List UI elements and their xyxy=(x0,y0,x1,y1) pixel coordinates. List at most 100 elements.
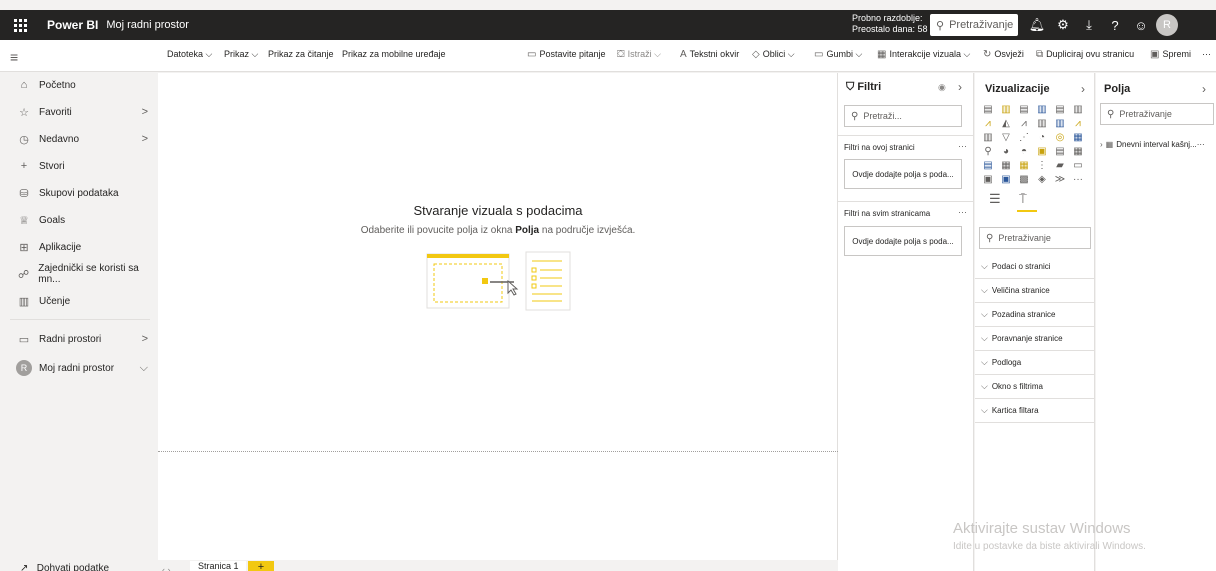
visual-type-icon[interactable]: ⩘ xyxy=(1071,117,1085,129)
table-more-options[interactable]: ··· xyxy=(1197,140,1205,149)
get-data-button[interactable]: ↗ Dohvati podatke xyxy=(20,563,109,571)
visual-type-icon[interactable]: ▩ xyxy=(1017,173,1031,185)
visual-type-icon[interactable]: ⋮ xyxy=(1035,159,1049,171)
format-section-page-background[interactable]: ⌵ Pozadina stranice xyxy=(975,303,1095,327)
report-canvas[interactable]: Stvaranje vizuala s podacima Odaberite i… xyxy=(158,73,838,560)
eye-icon[interactable]: ◉ xyxy=(938,82,946,93)
buttons-menu[interactable]: ▭ Gumbi ⌵ xyxy=(814,49,862,60)
account-button[interactable]: R xyxy=(1154,10,1180,40)
hamburger-menu-icon[interactable]: ≡ xyxy=(10,49,18,65)
nav-item-shared[interactable]: ☍ Zajednički se koristi sa mn... xyxy=(0,262,158,286)
visual-type-icon[interactable]: ▤ xyxy=(981,103,995,115)
fields-well-tab-icon[interactable]: ☰ xyxy=(989,191,1001,207)
visual-type-icon[interactable]: ▦ xyxy=(1071,145,1085,157)
duplicate-page-button[interactable]: ⧉ Dupliciraj ovu stranicu xyxy=(1036,49,1134,60)
workspace-breadcrumb[interactable]: Moj radni prostor xyxy=(106,19,189,31)
visual-type-icon[interactable]: ▭ xyxy=(1071,159,1085,171)
menu-prikaz[interactable]: Prikaz ⌵ xyxy=(224,49,258,60)
visual-type-icon[interactable]: ▥ xyxy=(1053,117,1067,129)
trial-info[interactable]: Probno razdoblje: Preostalo dana: 58 xyxy=(852,13,928,35)
visual-type-icon[interactable]: ◓ xyxy=(1017,145,1031,157)
ask-question-button[interactable]: ▭ Postavite pitanje xyxy=(527,49,606,60)
visual-type-icon[interactable]: ◕ xyxy=(999,145,1013,157)
visual-type-icon[interactable]: ◈ xyxy=(1035,173,1049,185)
visual-type-icon[interactable]: ▦ xyxy=(999,159,1013,171)
visual-type-icon[interactable]: ◭ xyxy=(999,117,1013,129)
visual-type-icon[interactable]: ⩘ xyxy=(981,117,995,129)
visual-type-icon[interactable]: ▥ xyxy=(981,131,995,143)
visual-type-icon[interactable]: ▥ xyxy=(1035,103,1049,115)
more-options-icon[interactable]: ··· xyxy=(958,207,967,217)
shapes-button[interactable]: ◇ Oblici ⌵ xyxy=(752,49,795,60)
fields-search-input[interactable]: ⚲ Pretraživanje xyxy=(1100,103,1214,125)
app-name[interactable]: Power BI xyxy=(47,18,98,32)
format-paint-roller-icon[interactable]: ⍑ xyxy=(1019,191,1027,207)
visual-type-icon[interactable]: ▤ xyxy=(981,159,995,171)
refresh-button[interactable]: ↻ Osvježi xyxy=(983,49,1024,60)
field-table-row[interactable]: › ▦ Dnevni interval kašnj... ··· xyxy=(1100,135,1216,153)
visual-type-icon[interactable]: ▥ xyxy=(1071,103,1085,115)
viz-search-input[interactable]: ⚲ Pretraživanje xyxy=(979,227,1091,249)
visual-type-icon[interactable]: ▥ xyxy=(1035,117,1049,129)
page-tab-1[interactable]: Stranica 1 xyxy=(190,561,246,571)
visual-type-icon[interactable]: ▽ xyxy=(999,131,1013,143)
menu-datoteka[interactable]: Datoteka ⌵ xyxy=(167,49,212,60)
more-options-icon[interactable]: ··· xyxy=(958,141,967,151)
visual-type-icon[interactable]: ▤ xyxy=(1017,103,1031,115)
format-section-page-info[interactable]: ⌵ Podaci o stranici xyxy=(975,255,1095,279)
collapse-filters-chevron-icon[interactable]: › xyxy=(958,80,962,94)
visual-type-icon[interactable]: ⚲ xyxy=(981,145,995,157)
smiley-icon[interactable]: ☺ xyxy=(1128,10,1154,40)
visual-interactions-button[interactable]: ▦ Interakcije vizuala ⌵ xyxy=(877,49,970,60)
visual-type-icon[interactable]: ▣ xyxy=(999,173,1013,185)
nav-item-recent[interactable]: ◷ Nedavno > xyxy=(0,127,158,151)
help-icon[interactable]: ? xyxy=(1102,10,1128,40)
visual-type-icon[interactable]: ▤ xyxy=(1053,103,1067,115)
nav-item-favorites[interactable]: ☆ Favoriti > xyxy=(0,100,158,124)
format-section-page-alignment[interactable]: ⌵ Poravnanje stranice xyxy=(975,327,1095,351)
visual-type-icon[interactable]: ⋰ xyxy=(1017,131,1031,143)
global-search-input[interactable]: ⚲ Pretraživanje xyxy=(930,14,1018,36)
collapse-fields-chevron-icon[interactable]: › xyxy=(1202,82,1206,96)
nav-item-workspaces[interactable]: ▭ Radni prostori > xyxy=(0,327,158,351)
visual-type-icon[interactable]: ⩘ xyxy=(1017,117,1031,129)
nav-item-create[interactable]: + Stvori xyxy=(0,154,158,178)
explore-button[interactable]: ⛋ Istraži ⌵ xyxy=(617,49,661,60)
mobile-view-button[interactable]: Prikaz za mobilne uređaje xyxy=(342,49,446,59)
visual-type-icon[interactable]: ◎ xyxy=(1053,131,1067,143)
add-page-button[interactable]: + xyxy=(248,561,274,571)
visual-type-icon[interactable]: ▤ xyxy=(1053,145,1067,157)
page-tab-nav-arrows[interactable]: ‹ › xyxy=(162,565,171,571)
nav-item-apps[interactable]: ⊞ Aplikacije xyxy=(0,235,158,259)
gear-icon[interactable]: ⚙ xyxy=(1050,10,1076,40)
filters-search-input[interactable]: ⚲ Pretraži... xyxy=(844,105,962,127)
format-section-page-size[interactable]: ⌵ Veličina stranice xyxy=(975,279,1095,303)
more-options-button[interactable]: ··· xyxy=(1202,49,1211,59)
nav-item-learn[interactable]: ▥ Učenje xyxy=(0,289,158,313)
bell-icon[interactable]: 🔔︎ xyxy=(1024,10,1050,40)
visual-type-icon[interactable]: ▣ xyxy=(1035,145,1049,157)
download-icon[interactable]: ⤓ xyxy=(1076,10,1102,40)
save-button[interactable]: ▣ Spremi xyxy=(1150,49,1191,60)
nav-item-goals[interactable]: ♕ Goals xyxy=(0,208,158,232)
format-section-wallpaper[interactable]: ⌵ Podloga xyxy=(975,351,1095,375)
format-section-filter-pane[interactable]: ⌵ Okno s filtrima xyxy=(975,375,1095,399)
filters-page-drop-well[interactable]: Ovdje dodajte polja s poda... xyxy=(844,159,962,189)
visual-type-icon[interactable]: ≫ xyxy=(1053,173,1067,185)
format-section-filter-cards[interactable]: ⌵ Kartica filtara xyxy=(975,399,1095,423)
nav-item-my-workspace[interactable]: R Moj radni prostor ⌵ xyxy=(0,356,158,380)
visual-type-icon[interactable]: ▣ xyxy=(981,173,995,185)
app-launcher-button[interactable] xyxy=(5,10,35,40)
visual-type-icon[interactable]: ◔ xyxy=(1035,131,1049,143)
nav-item-home[interactable]: ⌂ Početno xyxy=(0,73,158,97)
visual-type-icon[interactable]: ▰ xyxy=(1053,159,1067,171)
collapse-viz-chevron-icon[interactable]: › xyxy=(1081,82,1085,96)
reading-view-button[interactable]: Prikaz za čitanje xyxy=(268,49,334,59)
filters-all-drop-well[interactable]: Ovdje dodajte polja s poda... xyxy=(844,226,962,256)
visual-type-icon[interactable]: ▦ xyxy=(1071,131,1085,143)
visual-type-icon[interactable]: ▦ xyxy=(1017,159,1031,171)
nav-item-datasets[interactable]: ⛁ Skupovi podataka xyxy=(0,181,158,205)
visual-type-icon[interactable]: ··· xyxy=(1071,173,1085,185)
visual-type-icon[interactable]: ▥ xyxy=(999,103,1013,115)
text-box-button[interactable]: A Tekstni okvir xyxy=(680,49,739,60)
